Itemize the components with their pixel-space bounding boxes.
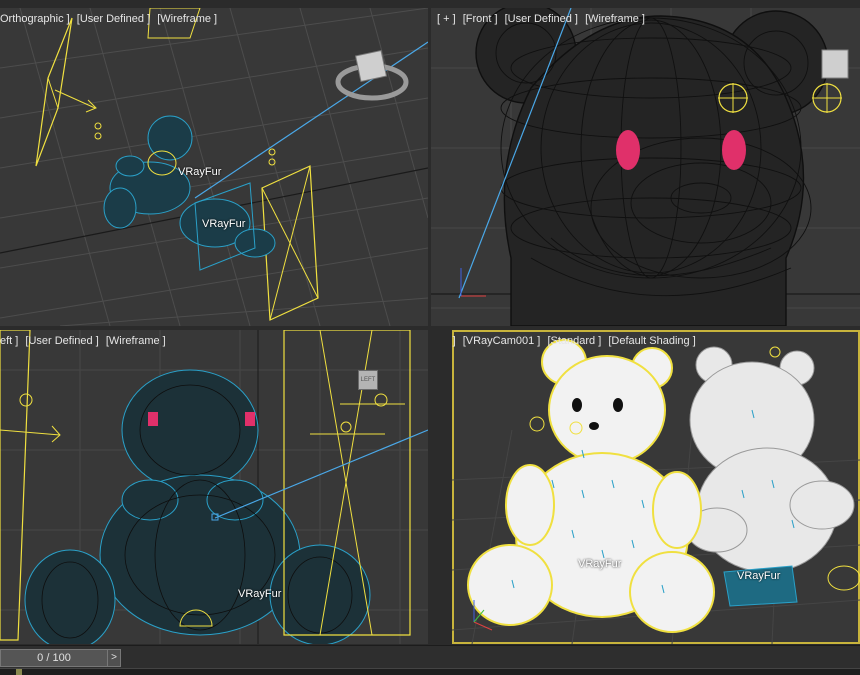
view-mode-menu[interactable]: [User Defined ]	[77, 13, 150, 25]
vrayfur-label[interactable]: VRayFur	[578, 558, 621, 570]
view-type-menu[interactable]: Orthographic ]	[0, 13, 70, 25]
viewport-label: eft ] [User Defined ] [Wireframe ]	[0, 335, 170, 347]
time-bar: 0 / 100 >	[0, 645, 860, 675]
viewcube[interactable]: LEFT	[358, 370, 378, 390]
viewport-orthographic[interactable]: Orthographic ] [User Defined ] [Wirefram…	[0, 8, 428, 326]
vrayfur-label[interactable]: VRayFur	[178, 166, 221, 178]
camera-scene	[452, 339, 860, 644]
view-type-menu[interactable]: eft ]	[0, 335, 18, 347]
vrayfur-label[interactable]: VRayFur	[737, 570, 780, 582]
viewport-label: Orthographic ] [User Defined ] [Wirefram…	[0, 13, 221, 25]
view-mode-menu[interactable]: [Standard ]	[547, 335, 601, 347]
vrayfur-label[interactable]: VRayFur	[202, 218, 245, 230]
vrayfur-label[interactable]: VRayFur	[238, 588, 281, 600]
viewport-menu-button[interactable]: [ + ]	[452, 335, 456, 347]
view-mode-menu[interactable]: [User Defined ]	[505, 13, 578, 25]
viewport-front[interactable]: [ + ] [Front ] [User Defined ] [Wirefram…	[431, 8, 860, 326]
next-frame-button[interactable]: >	[107, 649, 121, 667]
shading-menu[interactable]: [Default Shading ]	[608, 335, 695, 347]
timeline-marker[interactable]	[16, 669, 22, 675]
camera-menu[interactable]: [VRayCam001 ]	[463, 335, 541, 347]
viewport-menu-button[interactable]: [ + ]	[437, 13, 456, 25]
shading-menu[interactable]: [Wireframe ]	[157, 13, 217, 25]
viewport-vraycam[interactable]: [ + ] [VRayCam001 ] [Standard ] [Default…	[452, 330, 860, 644]
timeline-track[interactable]	[0, 668, 860, 675]
time-slider[interactable]: 0 / 100	[0, 649, 108, 667]
shading-menu[interactable]: [Wireframe ]	[585, 13, 645, 25]
view-type-menu[interactable]: [Front ]	[463, 13, 498, 25]
viewport-label: [ + ] [VRayCam001 ] [Standard ] [Default…	[452, 335, 700, 347]
shading-menu[interactable]: [Wireframe ]	[106, 335, 166, 347]
front-scene	[431, 8, 860, 326]
viewport-label: [ + ] [Front ] [User Defined ] [Wirefram…	[437, 13, 649, 25]
view-mode-menu[interactable]: [User Defined ]	[25, 335, 98, 347]
viewport-left[interactable]: eft ] [User Defined ] [Wireframe ] LEFT …	[0, 330, 428, 644]
